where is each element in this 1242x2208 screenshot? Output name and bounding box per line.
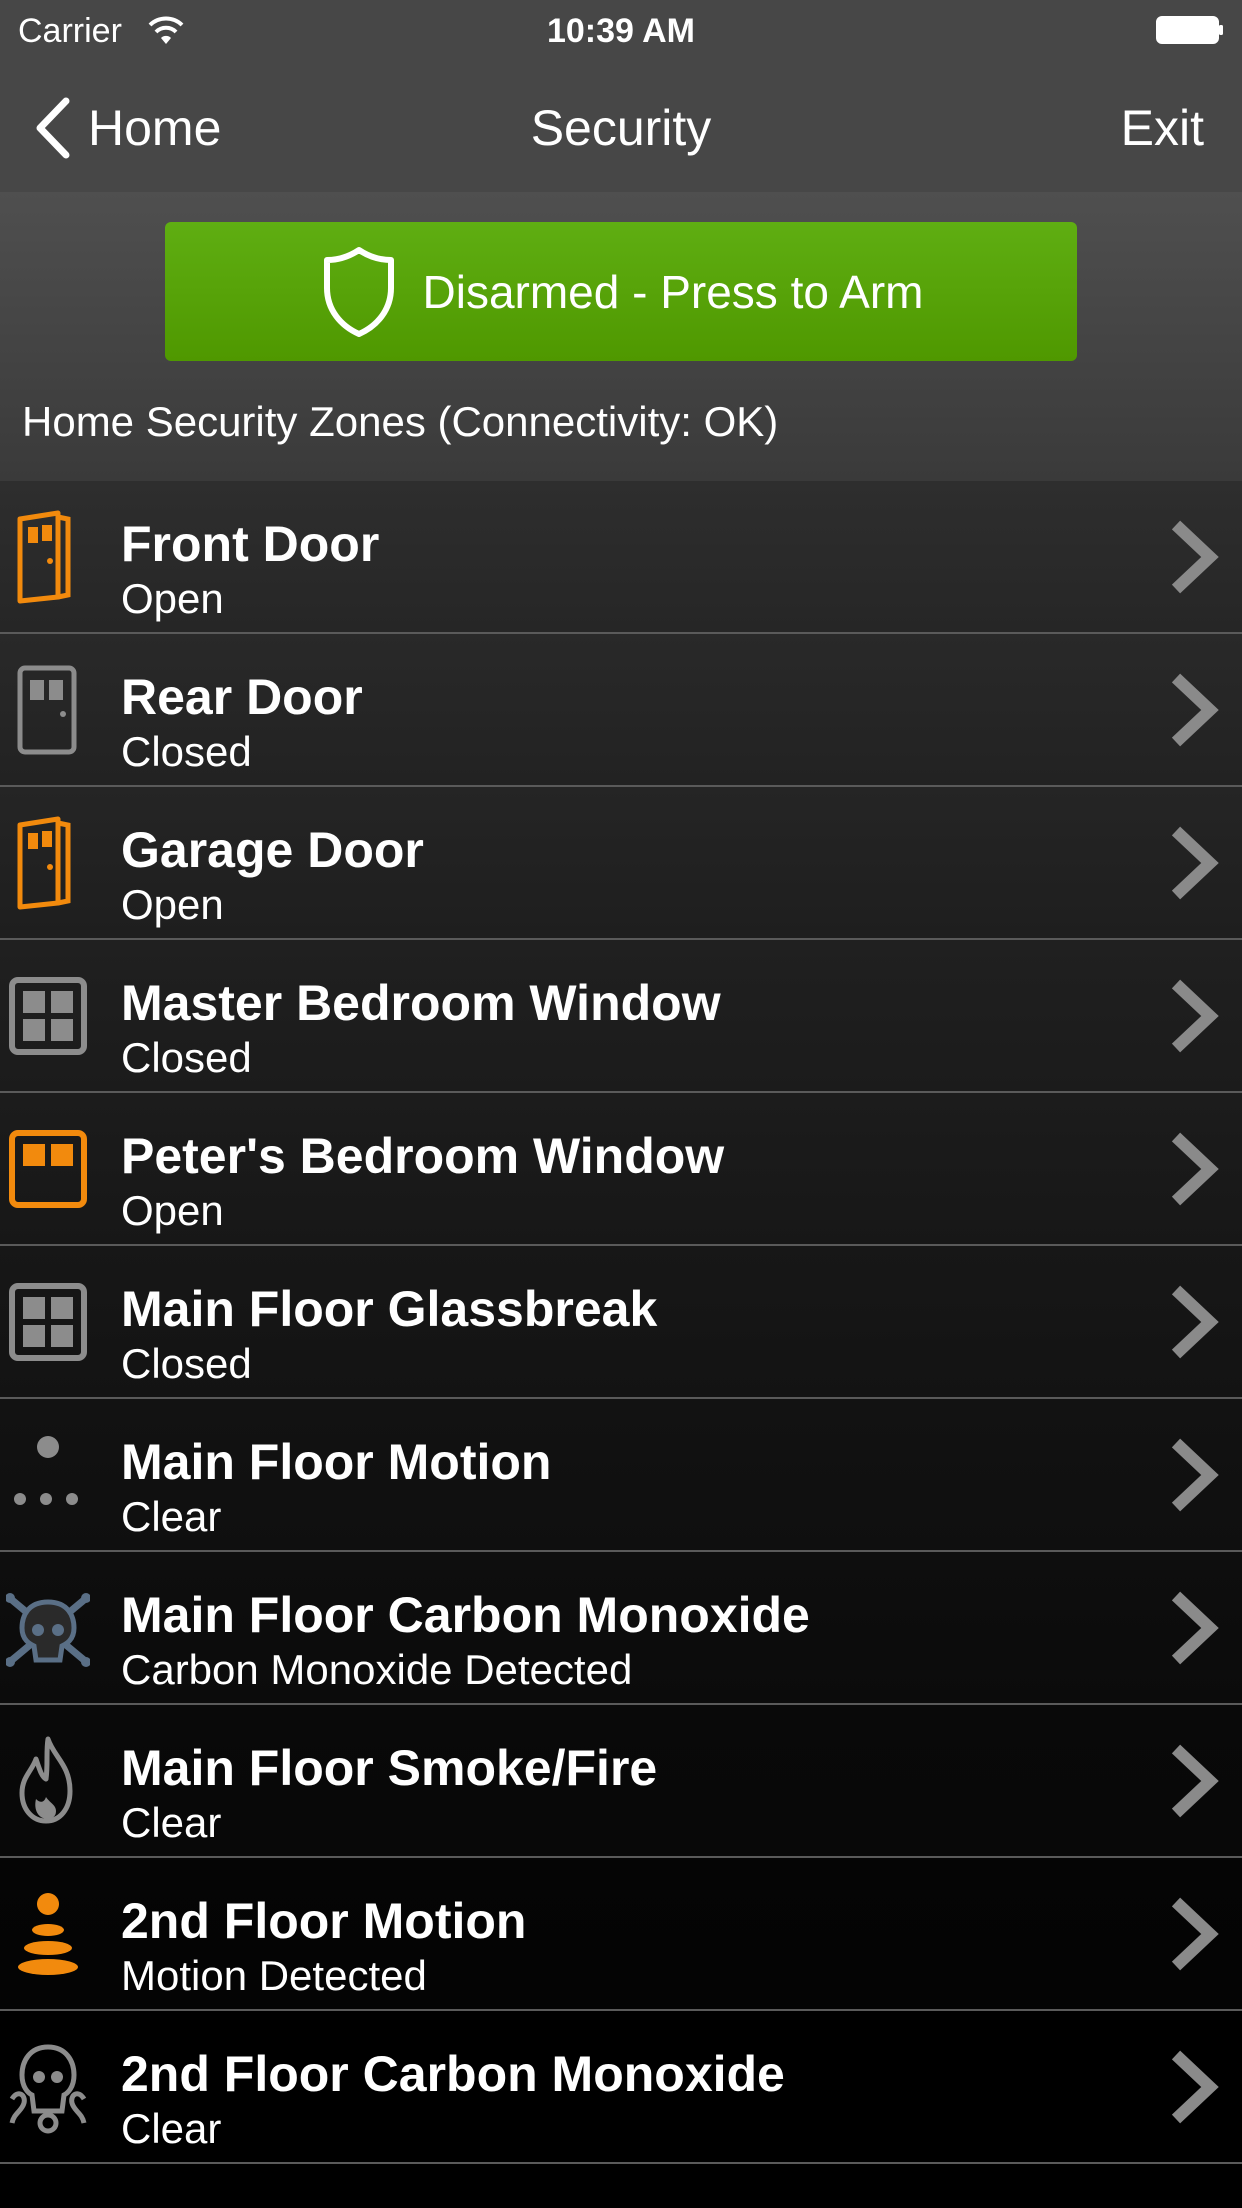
- zone-name: Garage Door: [121, 822, 424, 878]
- window-closed-icon: [6, 1274, 90, 1370]
- chevron-right-icon: [1171, 1132, 1219, 1206]
- zone-row[interactable]: Front Door Open: [0, 481, 1242, 634]
- door-closed-icon: [6, 662, 90, 758]
- arm-button[interactable]: Disarmed - Press to Arm: [165, 222, 1077, 361]
- zone-status: Open: [121, 881, 224, 928]
- zone-status: Clear: [121, 1799, 222, 1846]
- zones-header: Home Security Zones (Connectivity: OK): [22, 398, 779, 445]
- zone-status: Clear: [121, 2105, 222, 2152]
- zone-name: Main Floor Carbon Monoxide: [121, 1587, 810, 1643]
- zone-row[interactable]: Peter's Bedroom Window Open: [0, 1093, 1242, 1246]
- chevron-right-icon: [1171, 520, 1219, 594]
- nav-bar: Home Security Exit: [0, 64, 1242, 192]
- zone-row[interactable]: 2nd Floor Carbon Monoxide Clear: [0, 2011, 1242, 2164]
- zone-row[interactable]: Main Floor Motion Clear: [0, 1399, 1242, 1552]
- zone-name: Peter's Bedroom Window: [121, 1128, 725, 1184]
- chevron-right-icon: [1171, 1744, 1219, 1818]
- flame-icon: [6, 1733, 90, 1829]
- zone-status: Open: [121, 575, 224, 622]
- zone-row[interactable]: 2nd Floor Motion Motion Detected: [0, 1858, 1242, 2011]
- chevron-right-icon: [1171, 1897, 1219, 1971]
- zone-row[interactable]: Main Floor Smoke/Fire Clear: [0, 1705, 1242, 1858]
- door-open-icon: [6, 509, 90, 605]
- zone-name: Main Floor Smoke/Fire: [121, 1740, 658, 1796]
- skull-icon: [6, 2039, 90, 2135]
- chevron-right-icon: [1171, 1591, 1219, 1665]
- door-open-icon: [6, 815, 90, 911]
- skull-crossbones-icon: [5, 1580, 91, 1676]
- zone-status: Closed: [121, 728, 252, 775]
- zone-name: Rear Door: [121, 669, 363, 725]
- zone-row[interactable]: Main Floor Glassbreak Closed: [0, 1246, 1242, 1399]
- battery-icon: [1156, 16, 1223, 44]
- chevron-right-icon: [1171, 826, 1219, 900]
- chevron-right-icon: [1171, 1438, 1219, 1512]
- zone-name: Main Floor Motion: [121, 1434, 552, 1490]
- window-open-icon: [6, 1121, 90, 1217]
- arm-button-label: Disarmed - Press to Arm: [422, 265, 924, 318]
- chevron-right-icon: [1171, 2050, 1219, 2124]
- zone-row[interactable]: Main Floor Carbon Monoxide Carbon Monoxi…: [0, 1552, 1242, 1705]
- chevron-right-icon: [1171, 673, 1219, 747]
- page-title: Security: [530, 100, 712, 156]
- zone-status: Closed: [121, 1034, 252, 1081]
- motion-icon: [6, 1886, 90, 1982]
- zone-name: Master Bedroom Window: [121, 975, 721, 1031]
- status-bar: Carrier 10:39 AM: [0, 0, 1242, 64]
- zone-name: Front Door: [121, 516, 380, 572]
- clock: 10:39 AM: [546, 12, 696, 50]
- zone-status: Closed: [121, 1340, 252, 1387]
- zone-row[interactable]: Garage Door Open: [0, 787, 1242, 940]
- zone-name: 2nd Floor Carbon Monoxide: [121, 2046, 785, 2102]
- zone-name: 2nd Floor Motion: [121, 1893, 527, 1949]
- chevron-right-icon: [1171, 1285, 1219, 1359]
- zones-list: Front Door Open Rear Door Closed Garage …: [0, 481, 1242, 2164]
- zone-row[interactable]: Master Bedroom Window Closed: [0, 940, 1242, 1093]
- exit-button[interactable]: Exit: [1121, 64, 1204, 192]
- zone-name: Main Floor Glassbreak: [121, 1281, 658, 1337]
- zone-status: Clear: [121, 1493, 222, 1540]
- arm-panel: Disarmed - Press to Arm Home Security Zo…: [0, 192, 1242, 481]
- chevron-right-icon: [1171, 979, 1219, 1053]
- shield-icon: [323, 246, 394, 337]
- window-closed-icon: [6, 968, 90, 1064]
- zone-status: Motion Detected: [121, 1952, 427, 1999]
- motion-icon: [6, 1427, 90, 1523]
- zone-status: Carbon Monoxide Detected: [121, 1646, 633, 1693]
- zone-row[interactable]: Rear Door Closed: [0, 634, 1242, 787]
- zone-status: Open: [121, 1187, 224, 1234]
